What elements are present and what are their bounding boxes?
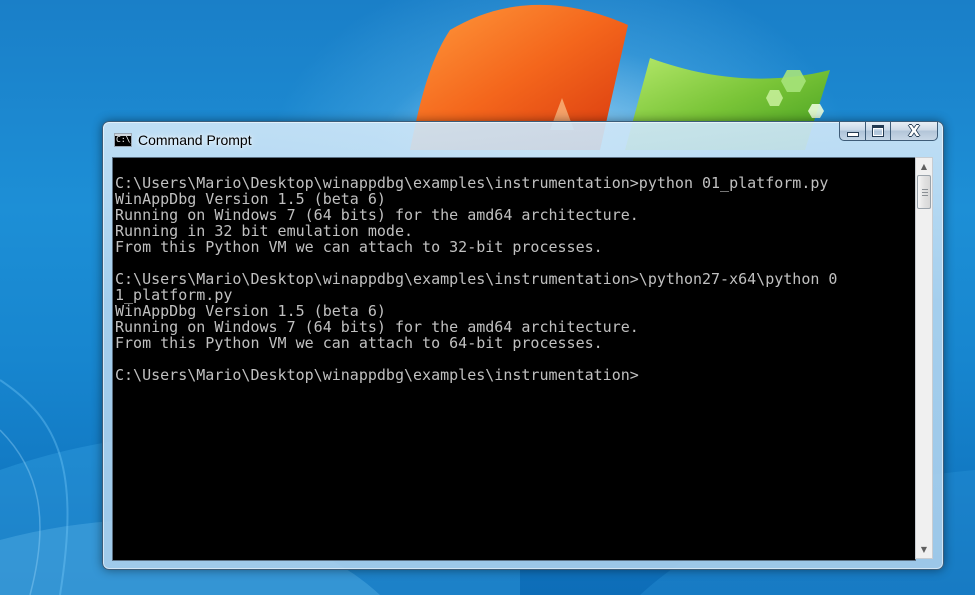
maximize-button[interactable] <box>865 122 891 141</box>
scrollbar-thumb[interactable] <box>917 175 931 209</box>
grip-line <box>922 192 928 193</box>
console-line: Running in 32 bit emulation mode. <box>115 222 414 240</box>
maximize-icon <box>872 125 884 137</box>
console-line: From this Python VM we can attach to 32-… <box>115 238 603 256</box>
console-line: C:\Users\Mario\Desktop\winappdbg\example… <box>115 270 838 288</box>
scroll-up-arrow-icon[interactable]: ▲ <box>916 158 932 175</box>
console-line: From this Python VM we can attach to 64-… <box>115 334 603 352</box>
console-prompt-line: C:\Users\Mario\Desktop\winappdbg\example… <box>115 366 639 384</box>
title-bar[interactable]: C:\_ Command Prompt X <box>103 122 943 158</box>
console-line: WinAppDbg Version 1.5 (beta 6) <box>115 190 386 208</box>
console-text: C:\Users\Mario\Desktop\winappdbg\example… <box>115 175 837 383</box>
close-button[interactable]: X <box>891 122 938 141</box>
console-line: Running on Windows 7 (64 bits) for the a… <box>115 206 639 224</box>
window-title: Command Prompt <box>138 132 252 148</box>
command-prompt-window[interactable]: C:\_ Command Prompt X C:\Users\Mario\Des… <box>102 121 944 570</box>
console-icon[interactable]: C:\_ <box>114 133 132 147</box>
console-output-area[interactable]: C:\Users\Mario\Desktop\winappdbg\example… <box>112 157 916 561</box>
minimize-button[interactable] <box>839 122 865 141</box>
vertical-scrollbar[interactable]: ▲ ▼ <box>915 157 933 559</box>
grip-line <box>922 189 928 190</box>
minimize-icon <box>846 131 859 137</box>
grip-line <box>922 195 928 196</box>
console-line: C:\Users\Mario\Desktop\winappdbg\example… <box>115 174 829 192</box>
console-line: WinAppDbg Version 1.5 (beta 6) <box>115 302 386 320</box>
scroll-down-arrow-icon[interactable]: ▼ <box>916 541 932 558</box>
close-icon: X <box>908 122 920 140</box>
caption-buttons: X <box>839 122 938 142</box>
console-line: Running on Windows 7 (64 bits) for the a… <box>115 318 639 336</box>
console-line: 1_platform.py <box>115 286 233 304</box>
